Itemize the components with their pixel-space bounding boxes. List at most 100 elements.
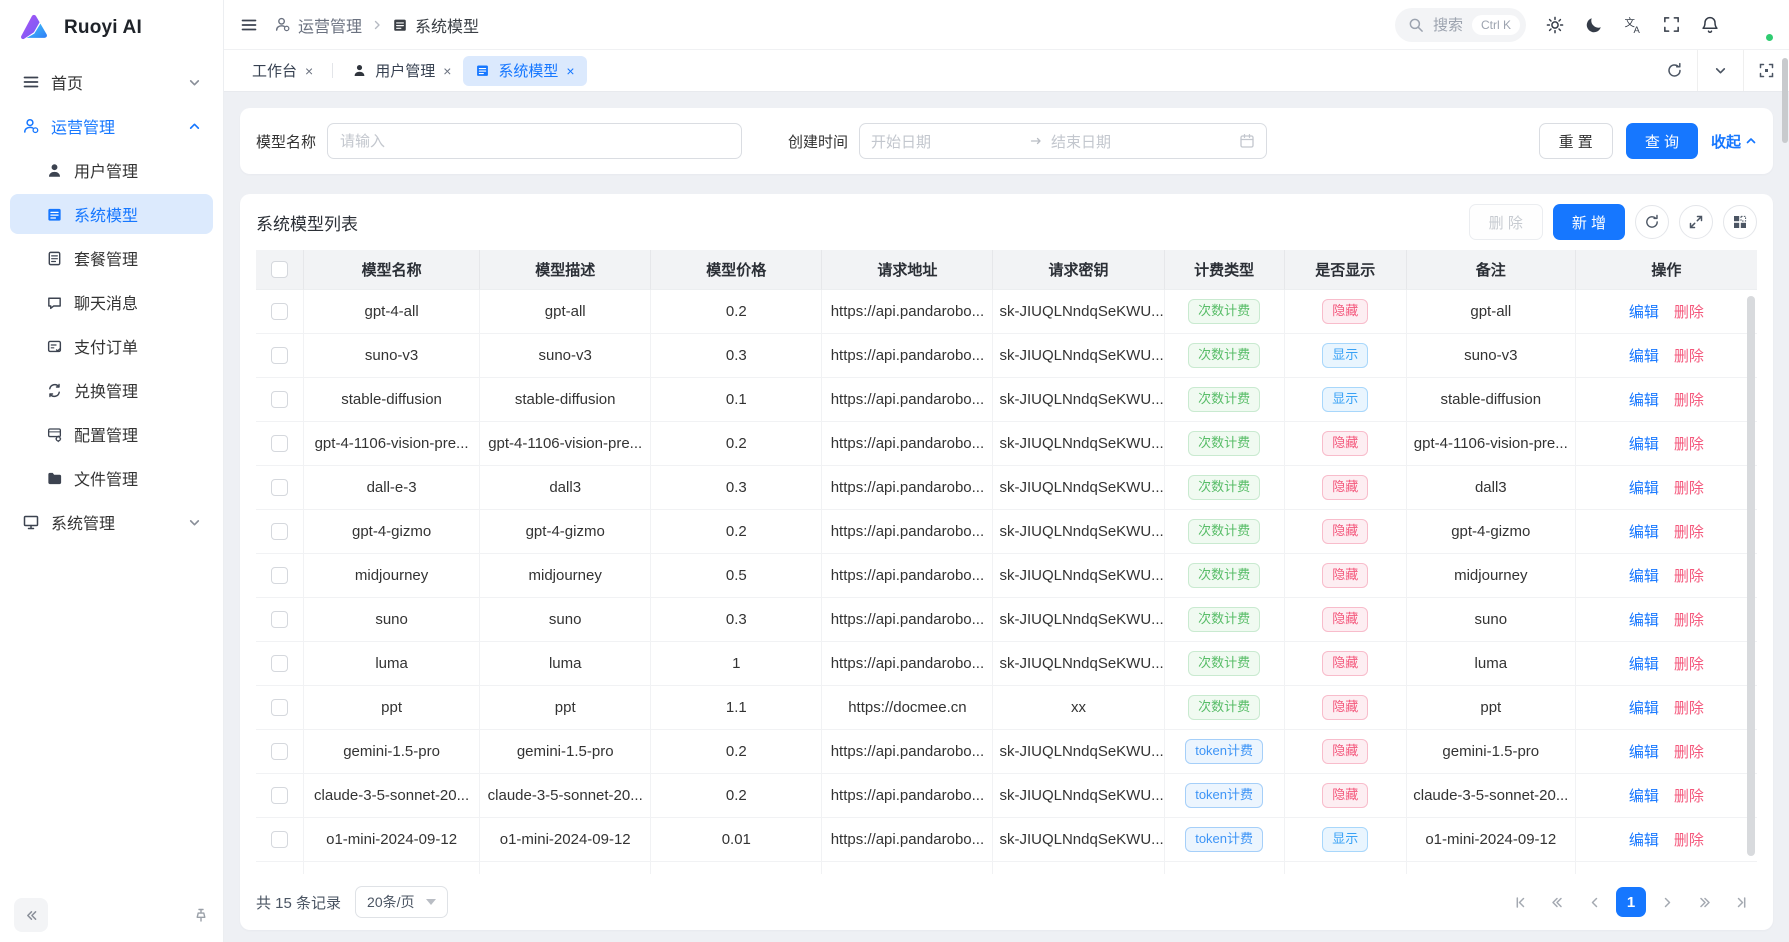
hamburger-menu-icon[interactable] [240, 16, 258, 34]
edit-link[interactable]: 编辑 [1629, 392, 1659, 409]
table-row: luma luma 1 https://api.pandarobo... sk-… [256, 642, 1757, 686]
edit-link[interactable]: 编辑 [1629, 568, 1659, 585]
delete-link[interactable]: 删除 [1674, 392, 1704, 409]
row-checkbox[interactable] [271, 303, 288, 320]
delete-link[interactable]: 删除 [1674, 788, 1704, 805]
delete-link[interactable]: 删除 [1674, 744, 1704, 761]
fullscreen-icon[interactable] [1662, 15, 1681, 34]
edit-link[interactable]: 编辑 [1629, 436, 1659, 453]
select-all-checkbox[interactable] [271, 261, 288, 278]
delete-link[interactable]: 删除 [1674, 480, 1704, 497]
add-button[interactable]: 新 增 [1553, 204, 1625, 240]
edit-link[interactable]: 编辑 [1629, 700, 1659, 717]
sidebar-menu: 首页 运营管理 用户管理 [0, 56, 223, 888]
row-checkbox[interactable] [271, 655, 288, 672]
page-scrollbar[interactable] [1781, 50, 1789, 942]
chevron-down-icon[interactable] [1697, 50, 1743, 91]
delete-link[interactable]: 删除 [1674, 612, 1704, 629]
breadcrumb-item-system-models[interactable]: 系统模型 [392, 13, 479, 37]
search-button[interactable]: 查 询 [1626, 123, 1698, 159]
sidebar-item-operations[interactable]: 运营管理 [10, 106, 213, 146]
translate-icon[interactable]: 文A [1623, 15, 1643, 35]
row-checkbox[interactable] [271, 479, 288, 496]
tab-workbench[interactable]: 工作台 × [240, 56, 325, 86]
delete-link[interactable]: 删除 [1674, 348, 1704, 365]
sidebar-item-plan-management[interactable]: 套餐管理 [10, 238, 213, 278]
sidebar-item-file-management[interactable]: 文件管理 [10, 458, 213, 498]
gear-icon[interactable] [1545, 15, 1565, 35]
first-page-button[interactable] [1505, 887, 1535, 917]
sidebar-item-user-management[interactable]: 用户管理 [10, 150, 213, 190]
sidebar-item-payment-orders[interactable]: 支付订单 [10, 326, 213, 366]
current-page-button[interactable]: 1 [1616, 887, 1646, 917]
delete-link[interactable]: 删除 [1674, 436, 1704, 453]
prev-page-button[interactable] [1579, 887, 1609, 917]
last-page-button[interactable] [1727, 887, 1757, 917]
tab-user-management[interactable]: 用户管理 × [340, 56, 463, 86]
edit-link[interactable]: 编辑 [1629, 788, 1659, 805]
billing-type-badge: 次数计费 [1188, 431, 1260, 455]
sidebar-item-system-models[interactable]: 系统模型 [10, 194, 213, 234]
model-name-cell: suno-v3 [304, 334, 480, 378]
date-end-placeholder: 结束日期 [1051, 131, 1231, 152]
row-checkbox[interactable] [271, 611, 288, 628]
row-checkbox[interactable] [271, 787, 288, 804]
sidebar-item-system-management[interactable]: 系统管理 [10, 502, 213, 542]
reset-button[interactable]: 重 置 [1539, 123, 1613, 159]
document-icon [46, 250, 63, 267]
refresh-icon[interactable] [1651, 50, 1697, 91]
close-icon[interactable]: × [305, 64, 313, 78]
delete-button[interactable]: 删 除 [1469, 204, 1543, 240]
pin-icon[interactable] [193, 907, 209, 923]
row-checkbox[interactable] [271, 347, 288, 364]
breadcrumb-item-operations[interactable]: 运营管理 [274, 13, 362, 37]
date-range-picker[interactable]: 开始日期 结束日期 [859, 123, 1267, 159]
dark-mode-moon-icon[interactable] [1584, 15, 1604, 35]
expand-table-icon[interactable] [1679, 205, 1713, 239]
delete-link[interactable]: 删除 [1674, 700, 1704, 717]
column-settings-icon[interactable] [1723, 205, 1757, 239]
close-icon[interactable]: × [566, 64, 574, 78]
sidebar-collapse-button[interactable] [14, 898, 48, 932]
delete-link[interactable]: 删除 [1674, 304, 1704, 321]
close-icon[interactable]: × [443, 64, 451, 78]
edit-link[interactable]: 编辑 [1629, 348, 1659, 365]
sidebar-item-chat-messages[interactable]: 聊天消息 [10, 282, 213, 322]
bell-icon[interactable] [1700, 15, 1720, 35]
sidebar-item-exchange-management[interactable]: 兑换管理 [10, 370, 213, 410]
edit-link[interactable]: 编辑 [1629, 612, 1659, 629]
edit-link[interactable]: 编辑 [1629, 524, 1659, 541]
model-name-input[interactable] [327, 123, 742, 159]
row-checkbox[interactable] [271, 699, 288, 716]
collapse-filter-link[interactable]: 收起 [1711, 131, 1757, 152]
row-checkbox[interactable] [271, 743, 288, 760]
row-checkbox[interactable] [271, 435, 288, 452]
page-scrollbar-thumb[interactable] [1782, 58, 1788, 143]
table-scrollbar-thumb[interactable] [1747, 296, 1755, 856]
delete-link[interactable]: 删除 [1674, 656, 1704, 673]
delete-link[interactable]: 删除 [1674, 568, 1704, 585]
jump-forward-button[interactable] [1690, 887, 1720, 917]
sidebar-item-config-management[interactable]: 配置管理 [10, 414, 213, 454]
edit-link[interactable]: 编辑 [1629, 304, 1659, 321]
delete-link[interactable]: 删除 [1674, 524, 1704, 541]
refresh-icon[interactable] [1635, 205, 1669, 239]
jump-back-button[interactable] [1542, 887, 1572, 917]
user-avatar[interactable] [1739, 8, 1773, 42]
edit-link[interactable]: 编辑 [1629, 832, 1659, 849]
edit-link[interactable]: 编辑 [1629, 656, 1659, 673]
row-checkbox[interactable] [271, 523, 288, 540]
row-checkbox[interactable] [271, 567, 288, 584]
page-size-select[interactable]: 20条/页 [355, 886, 447, 918]
pagination: 1 [1505, 887, 1757, 917]
edit-link[interactable]: 编辑 [1629, 480, 1659, 497]
brand-logo[interactable]: Ruoyi AI [0, 0, 223, 56]
row-checkbox[interactable] [271, 831, 288, 848]
sidebar-item-home[interactable]: 首页 [10, 62, 213, 102]
global-search[interactable]: 搜索 Ctrl K [1395, 8, 1526, 42]
delete-link[interactable]: 删除 [1674, 832, 1704, 849]
row-checkbox[interactable] [271, 391, 288, 408]
edit-link[interactable]: 编辑 [1629, 744, 1659, 761]
next-page-button[interactable] [1653, 887, 1683, 917]
tab-system-models[interactable]: 系统模型 × [463, 56, 586, 86]
